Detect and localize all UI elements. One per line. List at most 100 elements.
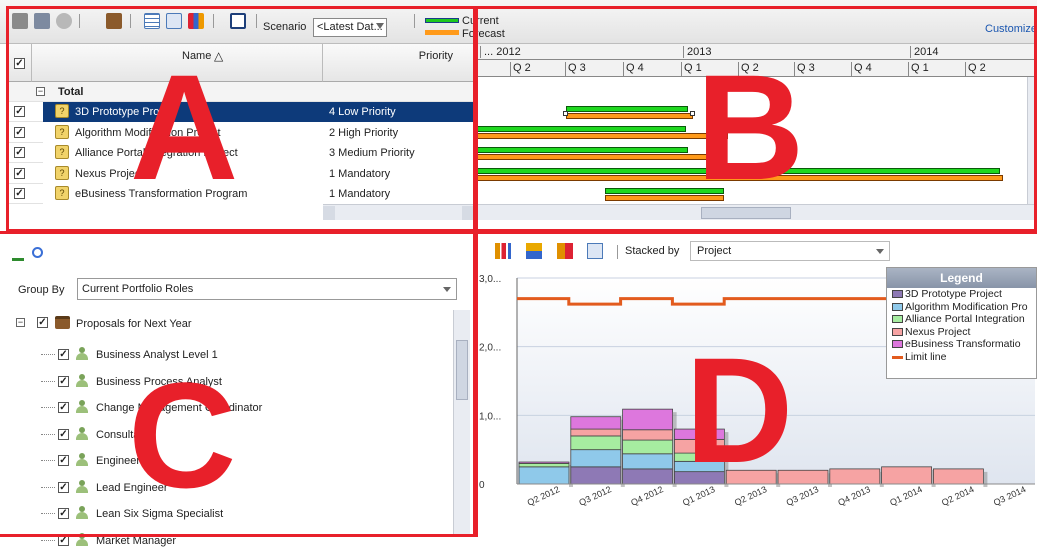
row-priority-cell[interactable]: 2 High Priority — [323, 122, 474, 143]
role-checkbox[interactable]: ✓ — [58, 508, 69, 519]
chevron-down-icon — [876, 249, 884, 254]
gantt-selected-handle[interactable] — [563, 111, 568, 116]
row-priority-cell[interactable]: 1 Mandatory — [323, 184, 474, 204]
row-name-cell[interactable]: ? 3D Prototype Project — [43, 102, 323, 122]
role-checkbox[interactable]: ✓ — [58, 534, 69, 546]
row-checkbox[interactable]: ✓ — [14, 188, 25, 199]
gantt-current-bar[interactable] — [566, 106, 688, 112]
y-tick-label: 0 — [479, 480, 485, 491]
x-tick-label: Q3 2014 — [992, 484, 1028, 508]
gantt-forecast-bar[interactable] — [566, 113, 693, 119]
collapse-icon[interactable]: − — [16, 318, 25, 327]
tree-item[interactable]: ✓ Consultant — [0, 425, 450, 445]
gantt-vertical-scrollbar[interactable] — [1027, 77, 1037, 204]
briefcase-add-icon[interactable] — [106, 13, 122, 29]
row-priority-cell[interactable]: 4 Low Priority — [323, 102, 474, 122]
legend-item: Nexus Project — [887, 326, 1036, 339]
project-icon: ? — [55, 124, 69, 139]
row-name-cell[interactable]: ? eBusiness Transformation Program — [43, 184, 323, 204]
grid-horizontal-scrollbar[interactable] — [323, 204, 474, 220]
grid-row[interactable]: ✓ ? Algorithm Modification Project 2 Hig… — [8, 122, 474, 143]
grid-row[interactable]: ✓ ? 3D Prototype Project 4 Low Priority — [8, 102, 474, 122]
row-name-cell[interactable]: ? Alliance Portal Integration Project — [43, 143, 323, 163]
row-checkbox[interactable]: ✓ — [14, 147, 25, 158]
legend-swatch — [892, 355, 903, 359]
tree-item[interactable]: ✓ Lean Six Sigma Specialist — [0, 504, 450, 524]
stacked-by-select[interactable]: Project — [690, 241, 890, 261]
grid-row[interactable]: ✓ ? Nexus Project 1 Mandatory — [8, 163, 474, 184]
bar-segment — [622, 429, 674, 441]
chart-legend: Legend 3D Prototype Project Algorithm Mod… — [886, 267, 1037, 379]
roles-vertical-scrollbar[interactable] — [453, 310, 470, 534]
name-column-header[interactable]: Name △ — [32, 44, 323, 82]
chart-icon[interactable] — [188, 13, 204, 29]
gantt-selected-handle[interactable] — [690, 111, 695, 116]
gantt-current-bar[interactable] — [605, 188, 724, 194]
tree-item[interactable]: ✓ Lead Engineer — [0, 478, 450, 498]
legend-label: Nexus Project — [905, 325, 971, 338]
row-name-cell[interactable]: ? Algorithm Modification Project — [43, 122, 323, 143]
row-checkbox[interactable]: ✓ — [14, 106, 25, 117]
gantt-year-label: ... 2012 — [480, 46, 521, 58]
grid-icon[interactable] — [144, 13, 160, 29]
org-chart-icon[interactable] — [12, 249, 24, 261]
disabled-icon[interactable] — [56, 13, 72, 29]
tree-item[interactable]: ✓ Business Process Analyst — [0, 372, 450, 392]
gantt-current-bar[interactable] — [476, 147, 688, 153]
bar-segment — [777, 469, 829, 485]
row-name-cell[interactable]: ? Nexus Project — [43, 163, 323, 184]
stacked-icon[interactable] — [557, 243, 573, 259]
person-icon — [76, 506, 88, 520]
role-checkbox[interactable]: ✓ — [58, 455, 69, 466]
collapse-icon[interactable]: − — [36, 87, 45, 96]
role-checkbox[interactable]: ✓ — [58, 375, 69, 387]
grid-row[interactable]: ✓ ? Alliance Portal Integration Project … — [8, 143, 474, 163]
role-checkbox[interactable]: ✓ — [58, 481, 69, 493]
priority-column-header[interactable]: Priority — [323, 44, 474, 82]
grid-row[interactable]: ✓ ? eBusiness Transformation Program 1 M… — [8, 184, 474, 204]
scenario-select[interactable]: <Latest Dat... — [313, 18, 387, 37]
role-checkbox[interactable]: ✓ — [58, 428, 69, 440]
area-chart-icon[interactable] — [526, 243, 542, 259]
gantt-forecast-bar[interactable] — [476, 175, 1003, 181]
save-icon[interactable] — [12, 13, 28, 29]
tree-item[interactable]: ✓ Change Management Coordinator — [0, 398, 450, 418]
group-by-select[interactable]: Current Portfolio Roles — [77, 278, 457, 300]
forecast-swatch — [425, 30, 459, 35]
table-view-icon[interactable] — [587, 243, 603, 259]
table-icon[interactable] — [166, 13, 182, 29]
row-priority-cell[interactable]: 1 Mandatory — [323, 163, 474, 184]
role-checkbox[interactable]: ✓ — [58, 349, 69, 360]
y-tick-label: 3,0... — [479, 274, 501, 285]
search-icon[interactable] — [32, 247, 43, 258]
tree-item[interactable]: ✓ Engineer — [0, 451, 450, 471]
row-priority-cell[interactable]: 3 Medium Priority — [323, 143, 474, 163]
gantt-current-bar[interactable] — [476, 168, 1000, 174]
fit-icon[interactable] — [230, 13, 246, 29]
legend-title: Legend — [887, 268, 1036, 288]
bar-chart-icon[interactable] — [495, 243, 511, 259]
name-header-label: Name — [182, 50, 212, 62]
gantt-quarter-label: Q 4 — [623, 62, 644, 76]
select-all-checkbox[interactable]: ✓ — [14, 58, 25, 69]
x-tick-label: Q2 2013 — [733, 484, 769, 508]
tree-item[interactable]: ✓ Business Analyst Level 1 — [0, 345, 450, 365]
customize-link[interactable]: Customize — [985, 23, 1037, 35]
person-icon — [76, 426, 88, 441]
role-checkbox[interactable]: ✓ — [58, 402, 69, 413]
root-checkbox[interactable]: ✓ — [37, 317, 48, 328]
gantt-horizontal-scrollbar[interactable] — [476, 204, 1037, 220]
gantt-chart: ... 2012 2013 2014 Q 2Q 3Q 4Q 1Q 2Q 3Q 4Q … — [476, 44, 1037, 222]
row-checkbox[interactable]: ✓ — [14, 167, 25, 179]
legend-swatch — [892, 302, 903, 311]
bar-shadow — [724, 456, 729, 465]
save-as-icon[interactable] — [34, 13, 50, 29]
row-checkbox[interactable]: ✓ — [14, 126, 25, 138]
roles-panel: Group By Current Portfolio Roles − ✓ Pro… — [0, 235, 472, 547]
gantt-forecast-bar[interactable] — [605, 195, 724, 201]
gantt-current-bar[interactable] — [476, 126, 686, 132]
role-label: Engineer — [96, 455, 141, 467]
gantt-forecast-bar[interactable] — [476, 133, 728, 139]
gantt-forecast-bar[interactable] — [476, 154, 714, 160]
role-label: Business Process Analyst — [96, 375, 222, 388]
